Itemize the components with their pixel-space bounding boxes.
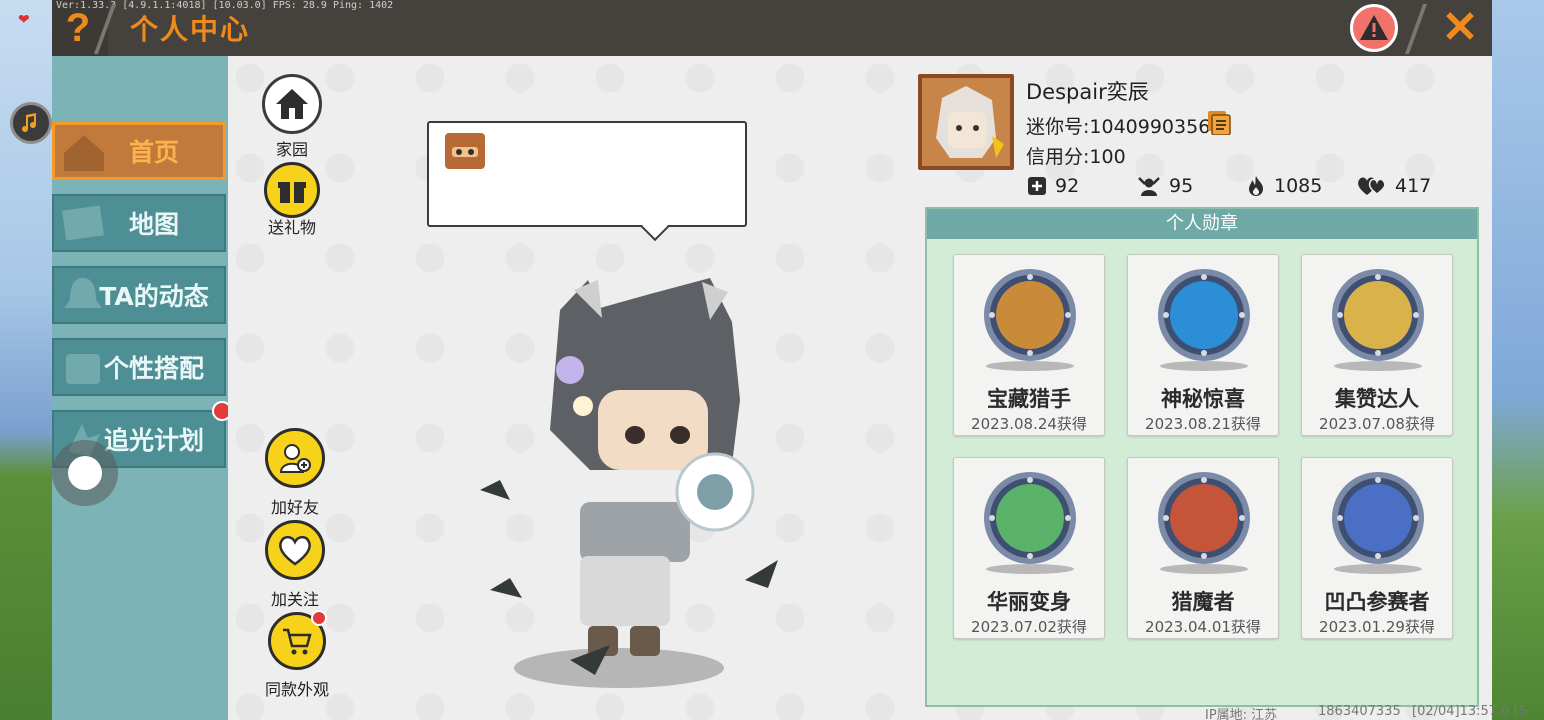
medal-name: 集赞达人 (1335, 387, 1419, 411)
character-avatar (480, 278, 778, 688)
medal-badge-icon (1332, 472, 1424, 564)
music-note-icon (22, 113, 37, 133)
health-hearts-icon: ❤ (18, 12, 30, 28)
send-gift-label: 送礼物 (267, 218, 316, 237)
music-button[interactable] (10, 102, 52, 144)
send-gift-button[interactable] (264, 162, 320, 218)
nav-item-label: 个性搭配 (103, 354, 204, 383)
avatar[interactable] (918, 74, 1014, 170)
follow-button[interactable] (265, 520, 325, 580)
medal-date: 2023.07.02获得 (971, 618, 1087, 636)
fans-stat: 95 (1137, 175, 1193, 197)
nav-item-outfit[interactable]: 个性搭配 (52, 338, 226, 396)
plus-square-icon (1028, 177, 1046, 195)
help-button[interactable]: ? (60, 6, 96, 50)
emote-icon (445, 133, 485, 169)
flame-icon (1249, 176, 1263, 196)
medal-card[interactable]: 凹凸参赛者 2023.01.29获得 (1301, 457, 1453, 639)
fans-icon (1138, 177, 1160, 196)
speech-bubble (427, 121, 747, 227)
nav-item-home[interactable]: 首页 (52, 122, 226, 180)
medal-card[interactable]: 猎魔者 2023.04.01获得 (1127, 457, 1279, 639)
report-button[interactable] (1350, 4, 1398, 52)
popularity-stat: 1085 (1246, 175, 1322, 197)
medal-date: 2023.01.29获得 (1319, 618, 1435, 636)
shopping-cart-icon (283, 628, 312, 655)
medal-date: 2023.07.08获得 (1319, 415, 1435, 433)
timestamp: [02/04]13:57.0 [5 (1412, 704, 1527, 719)
add-user-icon (279, 444, 311, 473)
medal-badge-icon (984, 269, 1076, 361)
medal-badge-icon (1158, 269, 1250, 361)
medal-name: 宝藏猎手 (987, 387, 1071, 411)
joystick[interactable] (52, 440, 118, 506)
hearts-stat: 417 (1357, 175, 1431, 197)
medal-card[interactable]: 宝藏猎手 2023.08.24获得 (953, 254, 1105, 436)
portrait-icon (922, 78, 1010, 166)
nav-item-map[interactable]: 地图 (52, 194, 226, 252)
likes-count: 92 (1055, 175, 1080, 197)
medal-badge-icon (1158, 472, 1250, 564)
same-outfit-label: 同款外观 (264, 680, 329, 699)
medal-panel-title: 个人勋章 (927, 209, 1477, 239)
hearts-count: 417 (1395, 175, 1432, 197)
likes-stat: 92 (1027, 175, 1079, 197)
notification-dot (311, 610, 327, 626)
user-uid: 1863407335 (1318, 704, 1401, 719)
popularity-count: 1085 (1274, 175, 1323, 197)
home-label: 家园 (275, 140, 308, 159)
heart-icon (279, 535, 311, 566)
medal-name: 凹凸参赛者 (1324, 590, 1430, 614)
follow-label: 加关注 (270, 590, 319, 609)
nav-item-label: 地图 (128, 210, 179, 239)
medal-badge-icon (984, 472, 1076, 564)
medal-name: 猎魔者 (1171, 590, 1235, 614)
medal-card[interactable]: 集赞达人 2023.07.08获得 (1301, 254, 1453, 436)
medal-name: 神秘惊喜 (1161, 387, 1245, 411)
nav-item-label: 首页 (128, 138, 179, 167)
medal-date: 2023.08.24获得 (971, 415, 1087, 433)
medal-date: 2023.08.21获得 (1145, 415, 1261, 433)
add-friend-label: 加好友 (270, 498, 319, 517)
add-friend-button[interactable] (265, 428, 325, 488)
game-world-right (1489, 0, 1544, 720)
fans-count: 95 (1169, 175, 1194, 197)
medal-card[interactable]: 神秘惊喜 2023.08.21获得 (1127, 254, 1279, 436)
home-button[interactable] (262, 74, 322, 134)
page-title: 个人中心 (130, 13, 251, 46)
copy-icon[interactable] (1206, 109, 1232, 135)
ip-location: IP属地: 江苏 (1205, 708, 1278, 720)
nav-item-activity[interactable]: TA的动态 (52, 266, 226, 324)
mini-id: 迷你号:1040990356 (1026, 116, 1211, 138)
hearts-icon (1358, 177, 1386, 195)
warning-icon (1360, 15, 1388, 40)
close-button[interactable]: ✕ (1438, 6, 1482, 50)
medal-panel: 个人勋章 宝藏猎手 2023.08.24获得 神秘惊喜 2023.08.21获得 集赞达… (925, 207, 1479, 707)
nav-item-label: TA的动态 (99, 282, 209, 311)
medal-badge-icon (1332, 269, 1424, 361)
gift-icon (278, 182, 306, 203)
medal-date: 2023.04.01获得 (1145, 618, 1261, 636)
credit-score: 信用分:100 (1026, 146, 1126, 168)
medal-name: 华丽变身 (987, 590, 1071, 614)
medal-card[interactable]: 华丽变身 2023.07.02获得 (953, 457, 1105, 639)
house-icon (276, 89, 308, 119)
username: Despair奕辰 (1026, 80, 1149, 104)
